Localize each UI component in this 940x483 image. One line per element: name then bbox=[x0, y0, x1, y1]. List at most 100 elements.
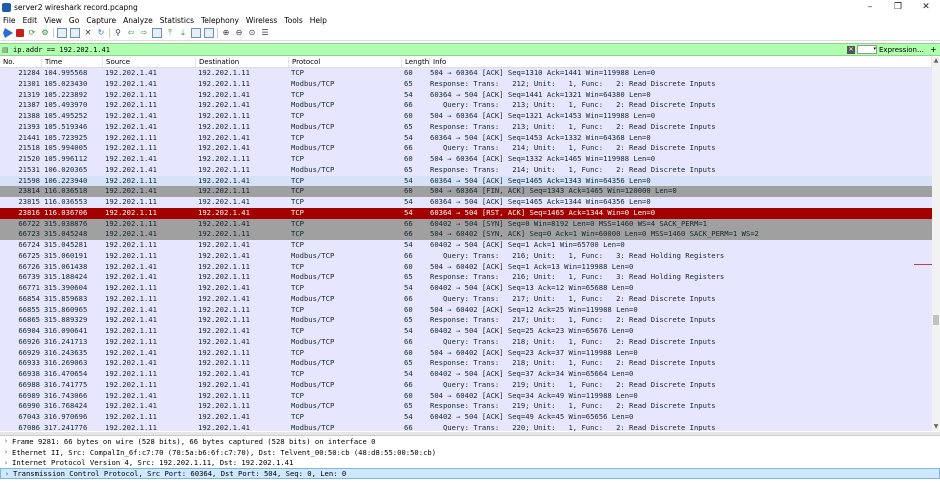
go-first-icon[interactable]: ⤒ bbox=[165, 28, 175, 38]
packet-list[interactable]: No. Time Source Destination Protocol Len… bbox=[0, 57, 932, 431]
detail-tree-item[interactable]: › Internet Protocol Version 4, Src: 192.2… bbox=[0, 458, 940, 469]
column-header-source[interactable]: Source bbox=[103, 57, 196, 67]
column-header-no[interactable]: No. bbox=[0, 57, 42, 67]
packet-row[interactable]: 21301 105.023430 192.202.1.41 192.202.1.11 M… bbox=[0, 78, 932, 90]
open-file-icon[interactable] bbox=[57, 28, 67, 38]
column-header-protocol[interactable]: Protocol bbox=[289, 57, 402, 67]
menu-file[interactable]: File bbox=[3, 16, 16, 25]
add-filter-button[interactable]: + bbox=[930, 45, 938, 54]
resize-columns-icon[interactable]: ☰ bbox=[260, 28, 270, 38]
packet-row[interactable]: 23816 116.036706 192.202.1.11 192.202.1.41 T… bbox=[0, 207, 932, 219]
cell-protocol: TCP bbox=[291, 240, 304, 249]
find-packet-icon[interactable]: ⚲ bbox=[113, 28, 123, 38]
menu-tools[interactable]: Tools bbox=[284, 16, 302, 25]
go-last-icon[interactable]: ⤓ bbox=[178, 28, 188, 38]
menu-help[interactable]: Help bbox=[310, 16, 327, 25]
go-back-icon[interactable]: ⇦ bbox=[126, 28, 136, 38]
packet-row[interactable]: 66854 315.859683 192.202.1.11 192.202.1.41 M… bbox=[0, 293, 932, 305]
filter-history-dropdown[interactable]: ▾ bbox=[857, 45, 877, 54]
packet-row[interactable]: 66988 316.741775 192.202.1.11 192.202.1.41 M… bbox=[0, 379, 932, 391]
detail-text: Frame 9281: 66 bytes on wire (528 bits),… bbox=[12, 436, 376, 446]
save-file-icon[interactable] bbox=[70, 28, 80, 38]
packet-row[interactable]: 66723 315.045248 192.202.1.41 192.202.1.11 T… bbox=[0, 229, 932, 240]
capture-options-icon[interactable]: ⚙ bbox=[40, 28, 50, 38]
cell-length: 66 bbox=[404, 293, 413, 303]
go-to-packet-icon[interactable] bbox=[152, 28, 162, 38]
column-header-destination[interactable]: Destination bbox=[196, 57, 289, 67]
menu-capture[interactable]: Capture bbox=[86, 16, 116, 25]
column-header-length[interactable]: Length bbox=[402, 57, 430, 67]
packet-row[interactable]: 23815 116.036553 192.202.1.11 192.202.1.41 T… bbox=[0, 197, 932, 208]
expand-arrow-icon[interactable]: › bbox=[0, 448, 12, 456]
packet-row[interactable]: 66724 315.045281 192.202.1.11 192.202.1.41 T… bbox=[0, 240, 932, 251]
packet-row[interactable]: 67086 317.241776 192.202.1.11 192.202.1.41 M… bbox=[0, 422, 932, 431]
packet-row[interactable]: 66989 316.743066 192.202.1.41 192.202.1.11 T… bbox=[0, 390, 932, 402]
expression-button[interactable]: Expression… bbox=[879, 46, 924, 54]
zoom-in-icon[interactable]: ⊕ bbox=[221, 28, 231, 38]
packet-row[interactable]: 66725 315.060191 192.202.1.11 192.202.1.41 M… bbox=[0, 250, 932, 262]
packet-row[interactable]: 21441 105.723925 192.202.1.11 192.202.1.41 T… bbox=[0, 132, 932, 144]
restart-icon[interactable]: ⟳ bbox=[27, 28, 37, 38]
close-file-icon[interactable]: ✕ bbox=[83, 28, 93, 38]
menu-edit[interactable]: Edit bbox=[23, 16, 38, 25]
column-header-info[interactable]: Info bbox=[430, 57, 932, 67]
packet-row[interactable]: 66771 315.390604 192.202.1.11 192.202.1.41 T… bbox=[0, 283, 932, 294]
packet-row[interactable]: 66990 316.768424 192.202.1.41 192.202.1.11 M… bbox=[0, 401, 932, 412]
packet-row[interactable]: 21518 105.994005 192.202.1.11 192.202.1.41 M… bbox=[0, 143, 932, 154]
menu-view[interactable]: View bbox=[44, 16, 62, 25]
menu-analyze[interactable]: Analyze bbox=[123, 16, 153, 25]
packet-row[interactable]: 66904 316.090641 192.202.1.11 192.202.1.41 T… bbox=[0, 326, 932, 337]
shark-fin-start-icon[interactable] bbox=[3, 28, 13, 38]
cell-protocol: Modbus/TCP bbox=[291, 336, 335, 346]
packet-row[interactable]: 66865 315.889329 192.202.1.41 192.202.1.11 M… bbox=[0, 315, 932, 326]
scrollbar-thumb[interactable] bbox=[933, 315, 939, 325]
expand-arrow-icon[interactable]: › bbox=[0, 459, 12, 467]
auto-scroll-icon[interactable] bbox=[191, 28, 201, 38]
go-forward-icon[interactable]: ⇨ bbox=[139, 28, 149, 38]
detail-tree-item[interactable]: › Transmission Control Protocol, Src Port… bbox=[0, 468, 940, 479]
scroll-down-icon[interactable]: ▼ bbox=[932, 423, 940, 431]
packet-row[interactable]: 21388 105.495252 192.202.1.41 192.202.1.11 T… bbox=[0, 111, 932, 122]
packet-row[interactable]: 66726 315.061438 192.202.1.41 192.202.1.11 T… bbox=[0, 261, 932, 273]
minimize-button[interactable]: – bbox=[856, 2, 884, 12]
packet-row[interactable]: 21531 106.020365 192.202.1.41 192.202.1.11 M… bbox=[0, 164, 932, 176]
bookmark-icon[interactable]: ▤ bbox=[2, 46, 10, 54]
column-header-time[interactable]: Time bbox=[42, 57, 103, 67]
detail-tree-item[interactable]: › Frame 9281: 66 bytes on wire (528 bits)… bbox=[0, 436, 940, 447]
detail-tree-item[interactable]: › Ethernet II, Src: CompalIn_6f:c7:70 (70… bbox=[0, 447, 940, 458]
scroll-up-icon[interactable]: ▲ bbox=[932, 57, 940, 65]
packet-row[interactable]: 66933 316.269063 192.202.1.41 192.202.1.11 M… bbox=[0, 358, 932, 369]
packet-row[interactable]: 21387 105.493970 192.202.1.11 192.202.1.41 M… bbox=[0, 100, 932, 111]
packet-row[interactable]: 67043 316.970696 192.202.1.11 192.202.1.41 T… bbox=[0, 412, 932, 423]
reload-icon[interactable]: ↻ bbox=[96, 28, 106, 38]
packet-row[interactable]: 66929 316.243635 192.202.1.41 192.202.1.11 T… bbox=[0, 347, 932, 359]
packet-row[interactable]: 66938 316.470654 192.202.1.11 192.202.1.41 T… bbox=[0, 369, 932, 380]
cell-source: 192.202.1.41 bbox=[105, 315, 157, 325]
display-filter-input[interactable]: ip.addr == 192.202.1.41 bbox=[13, 46, 847, 54]
maximize-button[interactable]: ❐ bbox=[884, 2, 912, 12]
menu-go[interactable]: Go bbox=[69, 16, 79, 25]
packet-row[interactable]: 21520 105.996112 192.202.1.41 192.202.1.11 T… bbox=[0, 154, 932, 165]
packet-row[interactable]: 23814 116.036518 192.202.1.41 192.202.1.11 T… bbox=[0, 186, 932, 197]
expand-arrow-icon[interactable]: › bbox=[1, 470, 13, 478]
menu-telephony[interactable]: Telephony bbox=[201, 16, 239, 25]
cell-source: 192.202.1.11 bbox=[105, 326, 157, 335]
packet-row[interactable]: 21319 105.223892 192.202.1.11 192.202.1.41 T… bbox=[0, 89, 932, 101]
packet-row[interactable]: 66722 315.038876 192.202.1.11 192.202.1.41 T… bbox=[0, 218, 932, 230]
packet-row[interactable]: 66855 315.860965 192.202.1.41 192.202.1.11 T… bbox=[0, 304, 932, 316]
clear-filter-icon[interactable]: ✕ bbox=[847, 45, 855, 54]
packet-row[interactable]: 21284 104.995568 192.202.1.41 192.202.1.11 T… bbox=[0, 68, 932, 79]
close-button[interactable]: ✕ bbox=[912, 2, 940, 12]
packet-row[interactable]: 66739 315.188424 192.202.1.41 192.202.1.11 M… bbox=[0, 272, 932, 283]
menu-wireless[interactable]: Wireless bbox=[246, 16, 277, 25]
packet-row[interactable]: 21393 105.519346 192.202.1.41 192.202.1.11 M… bbox=[0, 121, 932, 133]
packet-list-scrollbar[interactable]: ▲ ▼ bbox=[932, 57, 940, 431]
packet-row[interactable]: 66926 316.241713 192.202.1.11 192.202.1.41 M… bbox=[0, 336, 932, 348]
expand-arrow-icon[interactable]: › bbox=[0, 437, 12, 445]
packet-row[interactable]: 21598 106.223940 192.202.1.11 192.202.1.41 T… bbox=[0, 175, 932, 187]
colorize-icon[interactable] bbox=[204, 28, 214, 38]
menu-statistics[interactable]: Statistics bbox=[160, 16, 194, 25]
stop-icon[interactable] bbox=[16, 29, 24, 37]
zoom-normal-icon[interactable]: ⊙ bbox=[247, 28, 257, 38]
zoom-out-icon[interactable]: ⊖ bbox=[234, 28, 244, 38]
